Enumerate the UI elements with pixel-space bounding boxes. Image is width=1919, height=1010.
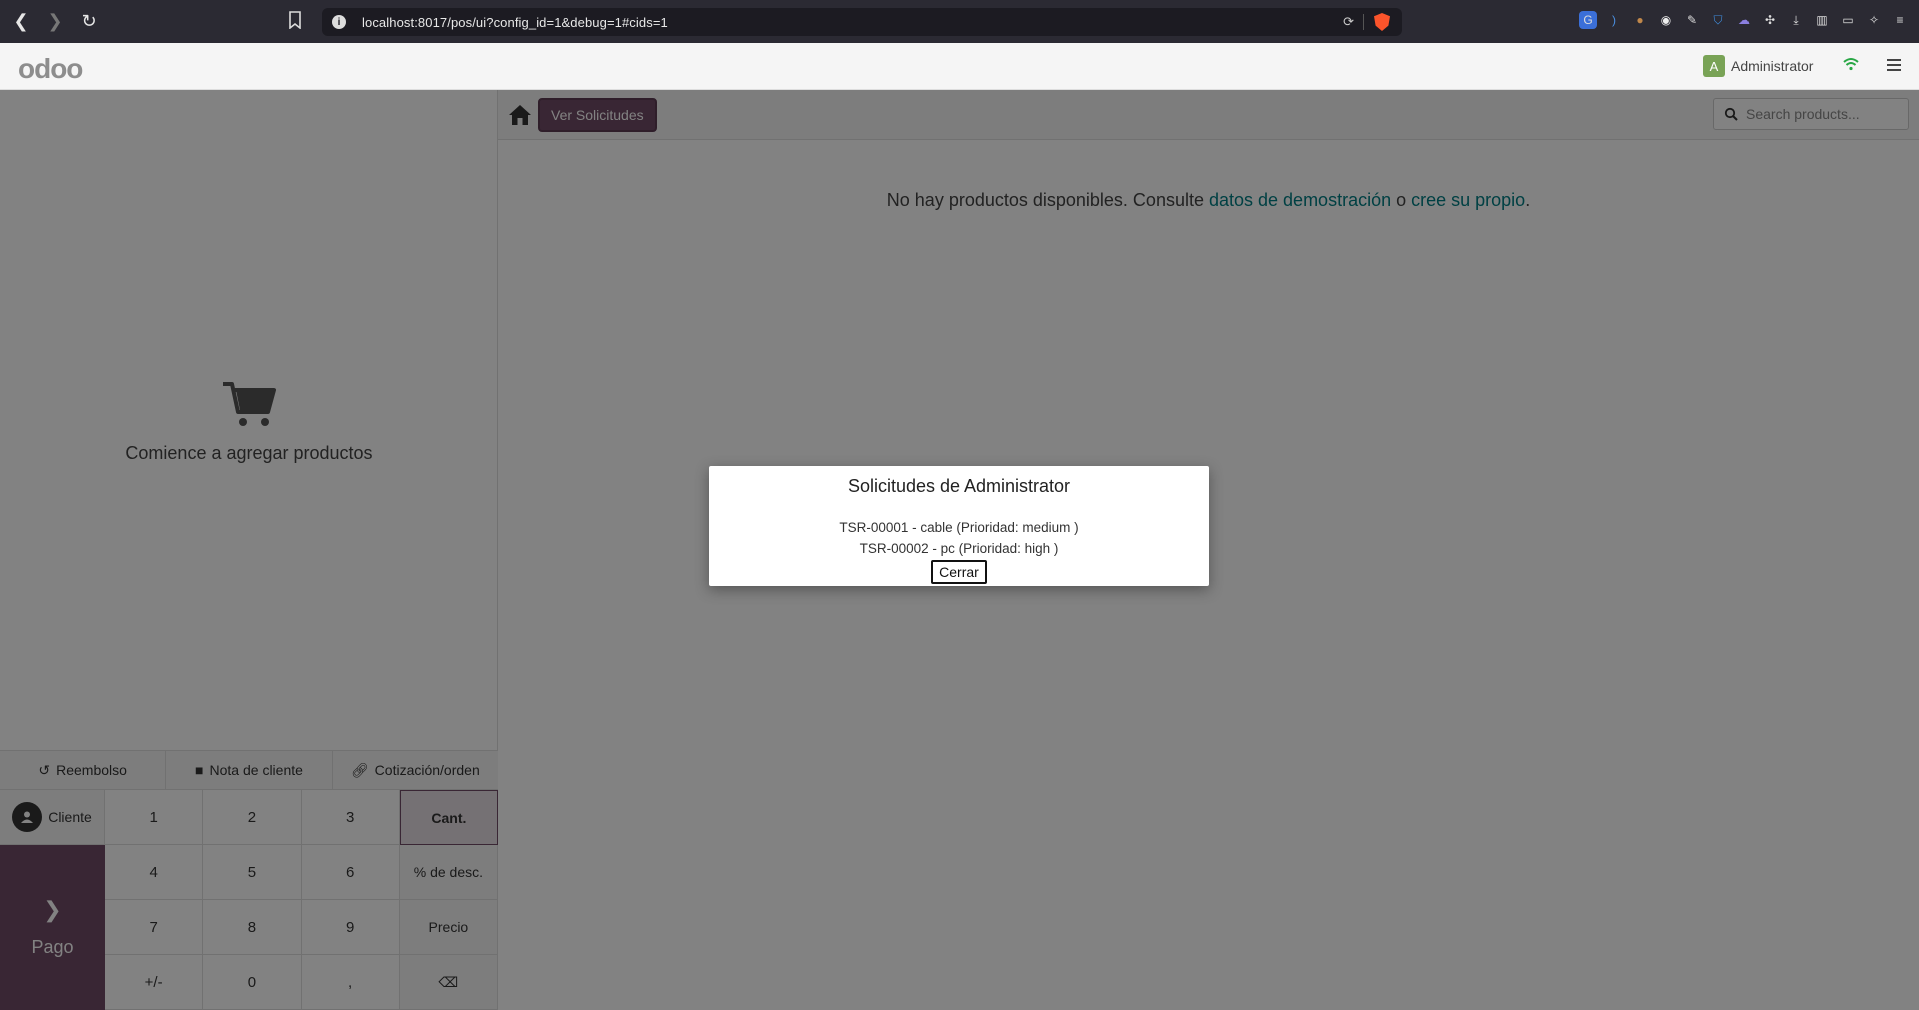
reload-icon[interactable]: ↻ <box>76 9 102 35</box>
cloud-icon[interactable]: ☁ <box>1735 11 1753 29</box>
hamburger-menu-icon[interactable] <box>1887 59 1901 71</box>
requests-dialog: Solicitudes de Administrator TSR-00001 -… <box>709 466 1209 586</box>
brave-shield-icon[interactable] <box>1374 13 1390 31</box>
site-info-icon[interactable]: i <box>332 15 346 29</box>
monkey-icon[interactable]: ● <box>1631 11 1649 29</box>
pos-header: odoo A Administrator <box>0 43 1919 90</box>
url-divider <box>1363 14 1364 30</box>
back-icon[interactable]: ❮ <box>8 9 34 35</box>
bookmark-icon[interactable] <box>288 11 308 33</box>
odoo-logo: odoo <box>18 53 83 84</box>
sidebar-icon[interactable]: ▥ <box>1813 11 1831 29</box>
request-item: TSR-00001 - cable (Prioridad: medium ) <box>839 520 1079 535</box>
shield-icon[interactable]: ⛉ <box>1709 11 1727 29</box>
address-bar[interactable]: i localhost:8017/pos/ui?config_id=1&debu… <box>322 8 1402 36</box>
audio-icon[interactable]: ) <box>1605 11 1623 29</box>
translate-icon[interactable]: G <box>1579 11 1597 29</box>
eyedropper-icon[interactable]: ✎ <box>1683 11 1701 29</box>
dialog-title: Solicitudes de Administrator <box>847 476 1071 496</box>
avatar: A <box>1703 55 1725 77</box>
wallet-icon[interactable]: ▭ <box>1839 11 1857 29</box>
user-menu[interactable]: A Administrator <box>1703 55 1813 77</box>
extension-face-icon[interactable]: ◉ <box>1657 11 1675 29</box>
url-text: localhost:8017/pos/ui?config_id=1&debug=… <box>362 14 668 30</box>
user-name: Administrator <box>1731 58 1814 74</box>
forward-icon[interactable]: ❯ <box>42 9 68 35</box>
browser-toolbar: ❮ ❯ ↻ i localhost:8017/pos/ui?config_id=… <box>0 0 1919 43</box>
wifi-icon <box>1843 58 1859 71</box>
puzzle-icon[interactable]: ✣ <box>1761 11 1779 29</box>
close-button[interactable]: Cerrar <box>931 560 987 584</box>
browser-menu-icon[interactable]: ≡ <box>1891 11 1909 29</box>
request-item: TSR-00002 - pc (Prioridad: high ) <box>859 541 1059 556</box>
extensions-area: G ) ● ◉ ✎ ⛉ ☁ ✣ ⤓ ▥ ▭ ✧ ≡ <box>1579 11 1909 29</box>
leo-ai-icon[interactable]: ✧ <box>1865 11 1883 29</box>
download-icon[interactable]: ⤓ <box>1787 11 1805 29</box>
requests-list: TSR-00001 - cable (Prioridad: medium ) T… <box>709 517 1209 559</box>
share-icon[interactable]: ⟳ <box>1343 14 1354 30</box>
